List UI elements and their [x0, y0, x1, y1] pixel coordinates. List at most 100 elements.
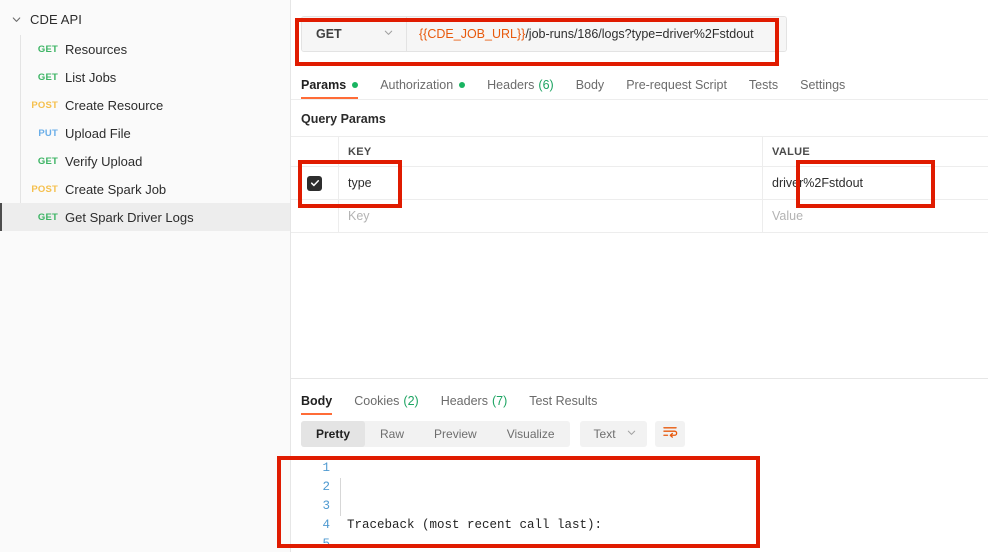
request-tabs: Params Authorization Headers (6) Body Pr… — [291, 70, 988, 100]
tab-params[interactable]: Params — [301, 78, 359, 99]
postman-window: CDE API GET Resources GET List Jobs POST… — [0, 0, 988, 552]
view-mode-label: Preview — [434, 427, 477, 441]
tab-settings[interactable]: Settings — [800, 78, 845, 99]
view-mode-label: Pretty — [316, 427, 351, 441]
code-line: Traceback (most recent call last): — [347, 518, 603, 532]
response-tab-body[interactable]: Body — [301, 394, 333, 415]
tab-label: Settings — [800, 78, 846, 92]
sidebar-item-get-spark-driver-logs[interactable]: GET Get Spark Driver Logs — [0, 203, 290, 231]
line-number: 1 — [322, 461, 330, 475]
url-variable: {{CDE_JOB_URL}} — [419, 27, 526, 41]
request-response-pane: GET {{CDE_JOB_URL}}/job-runs/186/logs?ty… — [291, 0, 988, 552]
tab-pre-request-script[interactable]: Pre-request Script — [626, 78, 727, 99]
line-number: 5 — [322, 537, 330, 551]
status-dot-icon — [352, 82, 359, 88]
response-format-select[interactable]: Text — [579, 421, 647, 447]
table-row-empty[interactable]: Key Value — [291, 200, 988, 233]
url-bar-row: GET {{CDE_JOB_URL}}/job-runs/186/logs?ty… — [291, 0, 988, 68]
request-list: GET Resources GET List Jobs POST Create … — [0, 35, 290, 231]
tab-label: Tests — [748, 78, 779, 92]
url-input[interactable]: {{CDE_JOB_URL}}/job-runs/186/logs?type=d… — [407, 17, 786, 51]
http-method-label: GET — [316, 27, 342, 41]
sidebar: CDE API GET Resources GET List Jobs POST… — [0, 0, 291, 552]
word-wrap-icon — [662, 425, 678, 444]
row-checkbox-cell-empty — [291, 200, 339, 232]
response-tab-cookies[interactable]: Cookies (2) — [354, 394, 418, 415]
sidebar-item-verify-upload[interactable]: GET Verify Upload — [0, 147, 290, 175]
pane-divider[interactable] — [291, 378, 988, 379]
sidebar-item-label: Resources — [65, 41, 128, 57]
column-header-value: VALUE — [772, 145, 810, 158]
view-mode-preview[interactable]: Preview — [419, 421, 492, 447]
checkbox-column-header — [291, 137, 339, 166]
column-header-key: KEY — [348, 145, 372, 158]
url-path: /job-runs/186/logs?type=driver%2Fstdout — [525, 27, 754, 41]
param-value-cell[interactable]: driver%2Fstdout — [763, 167, 988, 199]
response-toolbar: Pretty Raw Preview Visualize Text — [291, 415, 988, 453]
sidebar-item-resources[interactable]: GET Resources — [0, 35, 290, 63]
method-badge: GET — [37, 71, 58, 83]
sidebar-item-upload-file[interactable]: PUT Upload File — [0, 119, 290, 147]
word-wrap-button[interactable] — [654, 421, 685, 447]
line-number: 2 — [322, 480, 330, 494]
request-empty-area — [291, 233, 988, 378]
tab-count: (2) — [403, 394, 419, 408]
tab-body[interactable]: Body — [576, 78, 605, 99]
url-bar: GET {{CDE_JOB_URL}}/job-runs/186/logs?ty… — [301, 16, 787, 52]
param-enabled-checkbox[interactable] — [307, 175, 322, 191]
tab-label: Cookies — [354, 394, 400, 408]
param-value-placeholder: Value — [772, 209, 804, 223]
method-badge: POST — [31, 99, 58, 111]
view-mode-visualize[interactable]: Visualize — [492, 421, 570, 447]
table-header-row: KEY VALUE — [291, 137, 988, 167]
line-number-gutter: 1 2 3 4 5 — [291, 459, 339, 552]
chevron-down-icon[interactable] — [626, 427, 637, 441]
sidebar-item-label: Upload File — [65, 125, 131, 141]
param-key-text: type — [348, 176, 372, 190]
param-value-text: driver%2Fstdout — [772, 176, 864, 190]
param-value-input[interactable]: Value — [763, 200, 988, 232]
param-key-placeholder: Key — [348, 209, 370, 223]
view-mode-group: Pretty Raw Preview Visualize — [301, 421, 570, 447]
sidebar-item-label: Get Spark Driver Logs — [65, 209, 194, 225]
tab-label: Test Results — [529, 394, 598, 408]
param-key-input[interactable]: Key — [339, 200, 763, 232]
status-dot-icon — [459, 82, 466, 88]
sidebar-item-create-spark-job[interactable]: POST Create Spark Job — [0, 175, 290, 203]
response-body-viewer[interactable]: 1 2 3 4 5 Traceback (most recent call la… — [291, 459, 988, 552]
tab-label: Body — [575, 78, 605, 92]
response-tab-test-results[interactable]: Test Results — [529, 394, 597, 415]
table-row[interactable]: type driver%2Fstdout — [291, 167, 988, 200]
tab-authorization[interactable]: Authorization — [380, 78, 466, 99]
tab-count: (7) — [491, 394, 508, 408]
param-key-cell[interactable]: type — [339, 167, 763, 199]
sidebar-item-list-jobs[interactable]: GET List Jobs — [0, 63, 290, 91]
tab-label: Headers — [487, 78, 535, 92]
view-mode-label: Raw — [380, 427, 405, 441]
response-tabs: Body Cookies (2) Headers (7) Test Result… — [291, 384, 988, 415]
tab-count: (6) — [538, 78, 554, 92]
response-tab-headers[interactable]: Headers (7) — [441, 394, 508, 415]
method-badge: GET — [37, 155, 58, 167]
view-mode-raw[interactable]: Raw — [365, 421, 419, 447]
response-format-label: Text — [593, 427, 616, 441]
tab-tests[interactable]: Tests — [749, 78, 778, 99]
chevron-down-icon[interactable] — [383, 27, 394, 41]
method-badge: GET — [37, 43, 58, 55]
sidebar-item-label: Verify Upload — [65, 153, 143, 169]
method-badge: POST — [31, 183, 58, 195]
chevron-down-icon[interactable] — [8, 11, 24, 27]
view-mode-pretty[interactable]: Pretty — [301, 421, 366, 447]
query-params-table: KEY VALUE type driver%2Fstdout Key Value — [291, 136, 988, 233]
http-method-select[interactable]: GET — [302, 17, 407, 51]
collection-title: CDE API — [30, 11, 82, 27]
sidebar-item-label: Create Spark Job — [65, 181, 167, 197]
line-number: 3 — [322, 499, 330, 513]
sidebar-item-label: Create Resource — [65, 97, 164, 113]
query-params-title: Query Params — [301, 112, 386, 126]
tab-headers[interactable]: Headers (6) — [487, 78, 554, 99]
tab-label: Params — [301, 78, 347, 92]
sidebar-item-create-resource[interactable]: POST Create Resource — [0, 91, 290, 119]
collection-header[interactable]: CDE API — [0, 6, 290, 32]
tab-label: Headers — [440, 394, 488, 408]
